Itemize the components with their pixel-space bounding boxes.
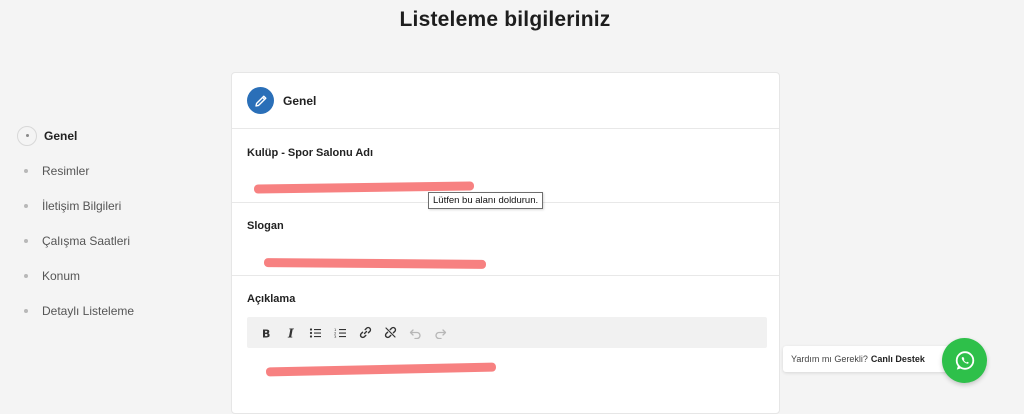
help-pill[interactable]: Yardım mı Gerekli? Canlı Destek	[783, 346, 953, 372]
bold-icon[interactable]: B	[253, 320, 278, 345]
step-iletisim-bilgileri[interactable]: İletişim Bilgileri	[14, 188, 134, 223]
step-indicator	[14, 229, 38, 253]
svg-text:3: 3	[334, 334, 337, 339]
step-indicator	[14, 159, 38, 183]
step-calisma-saatleri[interactable]: Çalışma Saatleri	[14, 223, 134, 258]
slogan-label: Slogan	[247, 220, 284, 232]
undo-icon[interactable]	[403, 320, 428, 345]
club-name-label: Kulüp - Spor Salonu Adı	[247, 147, 374, 159]
step-indicator	[14, 299, 38, 323]
slogan-field: Slogan	[232, 203, 779, 276]
step-label: Detaylı Listeleme	[42, 303, 135, 318]
card-title: Genel	[283, 93, 317, 108]
whatsapp-button[interactable]	[942, 338, 987, 383]
step-indicator	[14, 264, 38, 288]
step-label: İletişim Bilgileri	[42, 198, 122, 213]
whatsapp-icon	[953, 349, 977, 373]
general-info-card: Genel Kulüp - Spor Salonu Adı Slogan Açı…	[231, 72, 780, 414]
description-label: Açıklama	[247, 293, 296, 305]
help-prefix: Yardım mı Gerekli?	[791, 354, 868, 364]
redo-icon[interactable]	[428, 320, 453, 345]
step-label: Konum	[42, 268, 81, 283]
page-title: Listeleme bilgileriniz	[399, 8, 611, 31]
editor-toolbar: B I 1 2 3	[247, 317, 767, 348]
italic-icon[interactable]: I	[278, 320, 303, 345]
step-label: Çalışma Saatleri	[42, 233, 131, 248]
step-indicator	[14, 194, 38, 218]
numbered-list-icon[interactable]: 1 2 3	[328, 320, 353, 345]
link-icon[interactable]	[353, 320, 378, 345]
card-header: Genel	[232, 73, 779, 129]
step-detayli-listeleme[interactable]: Detaylı Listeleme	[14, 293, 134, 328]
bullet-list-icon[interactable]	[303, 320, 328, 345]
step-konum[interactable]: Konum	[14, 258, 134, 293]
step-resimler[interactable]: Resimler	[14, 153, 134, 188]
svg-text:B: B	[262, 327, 270, 339]
pencil-icon	[247, 87, 274, 114]
unlink-icon[interactable]	[378, 320, 403, 345]
description-editor[interactable]	[247, 349, 761, 409]
validation-tooltip: Lütfen bu alanı doldurun.	[428, 192, 544, 209]
step-nav: Genel Resimler İletişim Bilgileri Çalışm…	[14, 118, 134, 328]
step-indicator	[17, 125, 37, 146]
live-support-link[interactable]: Canlı Destek	[871, 354, 925, 364]
step-label: Resimler	[42, 163, 90, 178]
redaction-mark	[263, 258, 487, 269]
step-label: Genel	[44, 128, 78, 143]
svg-text:I: I	[287, 327, 294, 339]
step-genel[interactable]: Genel	[14, 118, 134, 153]
